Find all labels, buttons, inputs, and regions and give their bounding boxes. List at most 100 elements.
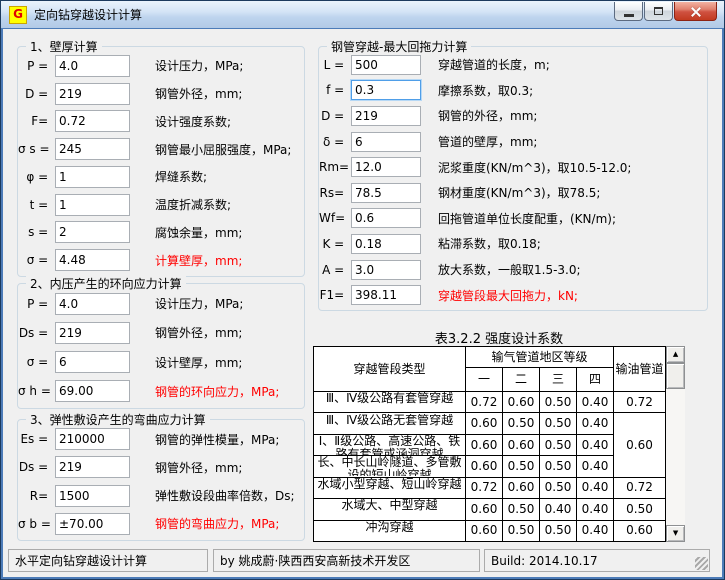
app-window: G 定向钻穿越设计计算 1、壁厚计算 P = 设计压力，MPa; D = 钢管外… — [0, 0, 725, 580]
input-temp-reduction-factor[interactable] — [55, 194, 130, 216]
cell: 0.40 — [577, 392, 614, 413]
input-elastic-modulus[interactable] — [55, 428, 130, 450]
input-ballast-per-length[interactable] — [351, 208, 421, 228]
input-bending-stress-result[interactable] — [55, 513, 130, 535]
field-row: L = 穿越管道的长度，m; — [319, 55, 707, 75]
resize-grip[interactable] — [695, 557, 708, 570]
input-pipe-outer-diameter[interactable] — [55, 83, 130, 105]
input-calculated-wall-thickness[interactable] — [55, 249, 130, 271]
input-amplification-factor[interactable] — [351, 260, 421, 280]
cell: 0.50 — [540, 392, 577, 413]
input-pipe-outer-diameter-3[interactable] — [55, 456, 130, 478]
field-desc: 钢管的外径，mm; — [438, 107, 537, 124]
field-desc: 设计强度系数; — [155, 113, 231, 130]
table-row[interactable]: Ⅲ、Ⅳ级公路无套管穿越 0.60 0.50 0.50 0.40 0.60 — [314, 413, 666, 434]
group-hoop-stress: 2、内压产生的环向应力计算 P = 设计压力，MPa; Ds = 钢管外径，mm… — [17, 283, 305, 409]
input-max-pullback-force[interactable] — [351, 285, 421, 305]
field-symbol: F1= — [319, 288, 348, 302]
field-row: P = 设计压力，MPa; — [18, 55, 304, 77]
field-symbol: f = — [319, 83, 348, 97]
input-mud-unit-weight[interactable] — [351, 157, 421, 177]
input-corrosion-allowance[interactable] — [55, 221, 130, 243]
maximize-icon — [654, 7, 663, 15]
table-row[interactable]: Ⅰ、Ⅱ级公路、高速公路、铁路有套管或涵洞穿越 0.60 0.60 0.50 0.… — [314, 434, 666, 455]
input-pipe-outer-diameter-2[interactable] — [55, 322, 130, 344]
row-label: 长、中长山岭隧道、多管敷设的短山岭穿越 — [314, 456, 466, 477]
row-label: Ⅲ、Ⅳ级公路有套管穿越 — [314, 392, 466, 413]
cell-oil: 0.50 — [614, 499, 666, 520]
cell: 0.60 — [466, 456, 503, 477]
cell: 0.50 — [540, 477, 577, 498]
result-desc: 穿越管段最大回拖力，kN; — [438, 287, 578, 304]
field-row: R= 弹性敷设段曲率倍数，Ds; — [18, 485, 304, 507]
input-steel-unit-weight[interactable] — [351, 183, 421, 203]
field-row: σ = 计算壁厚，mm; — [18, 249, 304, 271]
window-controls — [614, 2, 717, 21]
field-desc: 钢材重度(KN/m^3)，取78.5; — [438, 184, 600, 201]
cell: 0.60 — [466, 499, 503, 520]
input-design-pressure[interactable] — [55, 55, 130, 77]
field-symbol: Rs= — [319, 186, 348, 200]
input-weld-factor[interactable] — [55, 166, 130, 188]
field-row: F= 设计强度系数; — [18, 110, 304, 132]
result-desc: 钢管的弯曲应力，MPa; — [155, 515, 279, 532]
table-row[interactable]: 水域小型穿越、短山岭穿越 0.72 0.60 0.50 0.40 0.72 — [314, 477, 666, 498]
scrollbar-track[interactable] — [666, 389, 685, 525]
field-row: Rs= 钢材重度(KN/m^3)，取78.5; — [319, 183, 707, 203]
input-min-yield-strength[interactable] — [55, 138, 130, 160]
field-row: t = 温度折减系数; — [18, 194, 304, 216]
field-row: P = 设计压力，MPa; — [18, 293, 304, 315]
cell: 0.50 — [503, 520, 540, 541]
field-desc: 钢管外径，mm; — [155, 85, 242, 102]
window-title: 定向钻穿越设计计算 — [34, 6, 142, 23]
scrollbar-down-button[interactable]: ▼ — [666, 525, 685, 542]
input-friction-coefficient[interactable] — [351, 80, 421, 100]
field-symbol: t = — [18, 198, 52, 212]
cell: 0.60 — [503, 434, 540, 455]
field-desc: 泥浆重度(KN/m^3)，取10.5-12.0; — [438, 159, 631, 176]
table-row[interactable]: 长、中长山岭隧道、多管敷设的短山岭穿越 0.60 0.50 0.50 0.40 — [314, 456, 666, 477]
field-symbol: σ h = — [18, 384, 52, 398]
input-strength-factor[interactable] — [55, 110, 130, 132]
minimize-button[interactable] — [614, 2, 643, 21]
input-design-wall-thickness[interactable] — [55, 351, 130, 373]
scrollbar-up-button[interactable]: ▲ — [666, 346, 685, 363]
field-desc: 温度折减系数; — [155, 196, 231, 213]
cell: 0.60 — [466, 413, 503, 434]
input-design-pressure-2[interactable] — [55, 293, 130, 315]
table-row[interactable]: Ⅲ、Ⅳ级公路有套管穿越 0.72 0.60 0.50 0.40 0.72 — [314, 392, 666, 413]
cell-oil-merged: 0.60 — [614, 413, 666, 477]
col-header-crossing-type: 穿越管段类型 — [314, 347, 466, 392]
close-button[interactable] — [674, 2, 717, 21]
field-symbol: R= — [18, 489, 52, 503]
field-symbol: s = — [18, 225, 52, 239]
input-viscosity-coefficient[interactable] — [351, 234, 421, 254]
col-header-gas-grade-group: 输气管道地区等级 — [466, 347, 614, 368]
cell: 0.72 — [466, 477, 503, 498]
field-desc: 设计压力，MPa; — [155, 295, 243, 312]
minimize-icon — [624, 14, 634, 17]
field-row: A = 放大系数，一般取1.5-3.0; — [319, 260, 707, 280]
table-row[interactable]: 冲沟穿越 0.60 0.50 0.50 0.40 0.60 — [314, 520, 666, 541]
input-pipe-wall-thickness[interactable] — [351, 132, 421, 152]
field-desc: 穿越管道的长度，m; — [438, 56, 550, 73]
input-pipe-outer-diameter-4[interactable] — [351, 106, 421, 126]
cell: 0.50 — [540, 456, 577, 477]
field-desc: 摩擦系数，取0.3; — [438, 82, 533, 99]
input-hoop-stress-result[interactable] — [55, 380, 130, 402]
field-desc: 回拖管道单位长度配重，(KN/m); — [438, 210, 616, 227]
field-desc: 设计壁厚，mm; — [155, 354, 242, 371]
cell: 0.60 — [466, 434, 503, 455]
table-row[interactable]: 水域大、中型穿越 0.60 0.50 0.40 0.40 0.50 — [314, 499, 666, 520]
dialog-client-area: 1、壁厚计算 P = 设计压力，MPa; D = 钢管外径，mm; F= 设计强… — [3, 29, 722, 577]
input-crossing-length[interactable] — [351, 55, 421, 75]
field-symbol: φ = — [18, 170, 52, 184]
maximize-button[interactable] — [644, 2, 673, 21]
input-curvature-radius-multiple[interactable] — [55, 485, 130, 507]
group-max-pullback-force: 钢管穿越-最大回拖力计算 L = 穿越管道的长度，m; f = 摩擦系数，取0.… — [318, 46, 708, 311]
row-label: 冲沟穿越 — [314, 520, 466, 541]
row-label: 水域大、中型穿越 — [314, 499, 466, 520]
field-symbol: D = — [319, 109, 348, 123]
field-symbol: K = — [319, 237, 348, 251]
scrollbar-thumb[interactable] — [666, 363, 685, 389]
